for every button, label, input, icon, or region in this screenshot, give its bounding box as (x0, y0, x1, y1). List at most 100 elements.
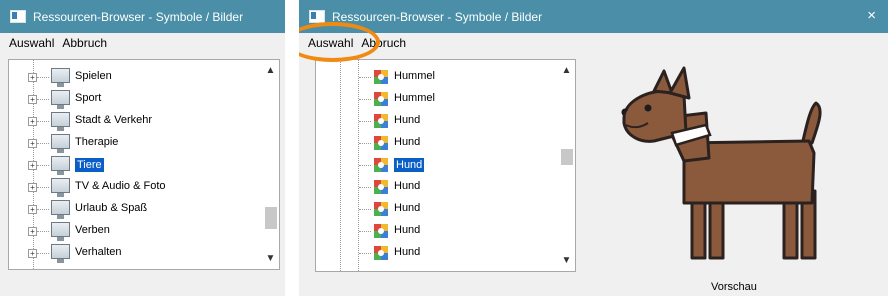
tree-connector (359, 209, 371, 210)
tree-connector (37, 77, 49, 78)
tree-connector (359, 253, 371, 254)
window-title: Ressourcen-Browser - Symbole / Bilder (33, 9, 244, 24)
expand-plus-icon[interactable]: + (28, 95, 37, 104)
vertical-scrollbar[interactable]: ▲ ▼ (558, 60, 575, 271)
tree-item-label: Hund (394, 114, 421, 126)
symbol-puzzle-icon (374, 136, 388, 150)
app-window-icon (10, 10, 26, 23)
tree-item-label: Verhalten (75, 246, 122, 258)
tree-item[interactable]: Hund (316, 132, 556, 154)
vertical-scrollbar[interactable]: ▲ ▼ (262, 60, 279, 269)
menu-highlight-annotation (299, 22, 380, 62)
folder-monitor-icon (51, 68, 70, 87)
tree-item-label: Hund (394, 180, 421, 192)
symbol-tree[interactable]: ▲ ▼ Hummel Hummel Hund Hund Hund Hund Hund Hund… (315, 59, 576, 272)
tree-item-label: Urlaub & Spaß (75, 202, 148, 214)
menu-bar: Auswahl Abbruch (299, 33, 888, 53)
tree-connector (37, 187, 49, 188)
menu-bar: Auswahl Abbruch (0, 33, 285, 53)
tree-item[interactable]: Hund (316, 242, 556, 264)
expand-plus-icon[interactable]: + (28, 205, 37, 214)
scroll-up-arrow-icon[interactable]: ▲ (558, 62, 575, 79)
tree-item-label: Stadt & Verkehr (75, 114, 153, 126)
app-window-icon (309, 10, 325, 23)
symbol-puzzle-icon (374, 246, 388, 260)
tree-item[interactable]: Hund (316, 176, 556, 198)
resource-browser-window-right: Ressourcen-Browser - Symbole / Bilder × … (299, 0, 888, 296)
symbol-puzzle-icon (374, 180, 388, 194)
expand-plus-icon[interactable]: + (28, 139, 37, 148)
tree-item-label: Hummel (394, 70, 435, 82)
folder-monitor-icon (51, 90, 70, 109)
expand-plus-icon[interactable]: + (28, 183, 37, 192)
tree-item[interactable]: Hund (316, 154, 556, 176)
symbol-puzzle-icon (374, 224, 388, 238)
folder-monitor-icon (51, 156, 70, 175)
symbol-puzzle-icon (374, 92, 388, 106)
scroll-down-arrow-icon[interactable]: ▼ (558, 252, 575, 269)
tree-item[interactable]: + Sport (9, 88, 259, 110)
tree-connector (359, 231, 371, 232)
tree-item-label: Sport (75, 92, 102, 104)
tree-item[interactable]: + Therapie (9, 132, 259, 154)
tree-item[interactable]: + Stadt & Verkehr (9, 110, 259, 132)
folder-monitor-icon (51, 178, 70, 197)
tree-connector (359, 77, 371, 78)
title-bar[interactable]: Ressourcen-Browser - Symbole / Bilder × (299, 0, 888, 33)
symbol-puzzle-icon (374, 114, 388, 128)
window-title: Ressourcen-Browser - Symbole / Bilder (332, 9, 543, 24)
dog-preview-image (621, 66, 822, 260)
tree-connector (37, 231, 49, 232)
expand-plus-icon[interactable]: + (28, 117, 37, 126)
tree-item[interactable]: + Verben (9, 220, 259, 242)
symbol-puzzle-icon (374, 202, 388, 216)
folder-monitor-icon (51, 244, 70, 263)
tree-item-label: Hund (394, 136, 421, 148)
expand-plus-icon[interactable]: + (28, 227, 37, 236)
tree-item[interactable]: + Verhalten (9, 242, 259, 264)
symbol-puzzle-icon (374, 70, 388, 84)
tree-item[interactable]: Hummel (316, 66, 556, 88)
tree-item-label: Hummel (394, 92, 435, 104)
tree-item[interactable]: Hund (316, 110, 556, 132)
symbol-puzzle-icon (374, 158, 388, 172)
folder-monitor-icon (51, 200, 70, 219)
folder-monitor-icon (51, 134, 70, 153)
tree-connector (37, 165, 49, 166)
expand-plus-icon[interactable]: + (28, 73, 37, 82)
tree-connector (37, 99, 49, 100)
tree-item-label: TV & Audio & Foto (75, 180, 166, 192)
scroll-down-arrow-icon[interactable]: ▼ (262, 250, 279, 267)
tree-item-label: Hund (394, 224, 421, 236)
scroll-thumb[interactable] (265, 207, 277, 229)
resource-browser-window-left: Ressourcen-Browser - Symbole / Bilder Au… (0, 0, 285, 296)
tree-connector (359, 143, 371, 144)
tree-item[interactable]: Hund (316, 220, 556, 242)
preview-label: Vorschau (711, 281, 757, 293)
folder-monitor-icon (51, 222, 70, 241)
tree-item[interactable]: Hund (316, 198, 556, 220)
tree-item-label: Hund (394, 202, 421, 214)
tree-item-label: Spielen (75, 70, 112, 82)
tree-item[interactable]: + Spielen (9, 66, 259, 88)
tree-item[interactable]: + TV & Audio & Foto (9, 176, 259, 198)
menu-auswahl[interactable]: Auswahl (9, 36, 54, 50)
tree-item[interactable]: + Urlaub & Spaß (9, 198, 259, 220)
menu-abbruch[interactable]: Abbruch (62, 36, 107, 50)
tree-item[interactable]: Hummel (316, 88, 556, 110)
tree-connector (37, 253, 49, 254)
folder-monitor-icon (51, 112, 70, 131)
tree-connector (359, 99, 371, 100)
scroll-up-arrow-icon[interactable]: ▲ (262, 62, 279, 79)
category-tree[interactable]: ▲ ▼ + Spielen + Sport + Stadt & Verkehr + Thera… (8, 59, 280, 270)
tree-connector (37, 209, 49, 210)
tree-item-label: Tiere (74, 157, 105, 173)
expand-plus-icon[interactable]: + (28, 161, 37, 170)
tree-connector (359, 121, 371, 122)
title-bar[interactable]: Ressourcen-Browser - Symbole / Bilder (0, 0, 285, 33)
expand-plus-icon[interactable]: + (28, 249, 37, 258)
close-icon[interactable]: × (867, 7, 876, 24)
tree-connector (359, 187, 371, 188)
tree-item[interactable]: + Tiere (9, 154, 259, 176)
scroll-thumb[interactable] (561, 149, 573, 165)
